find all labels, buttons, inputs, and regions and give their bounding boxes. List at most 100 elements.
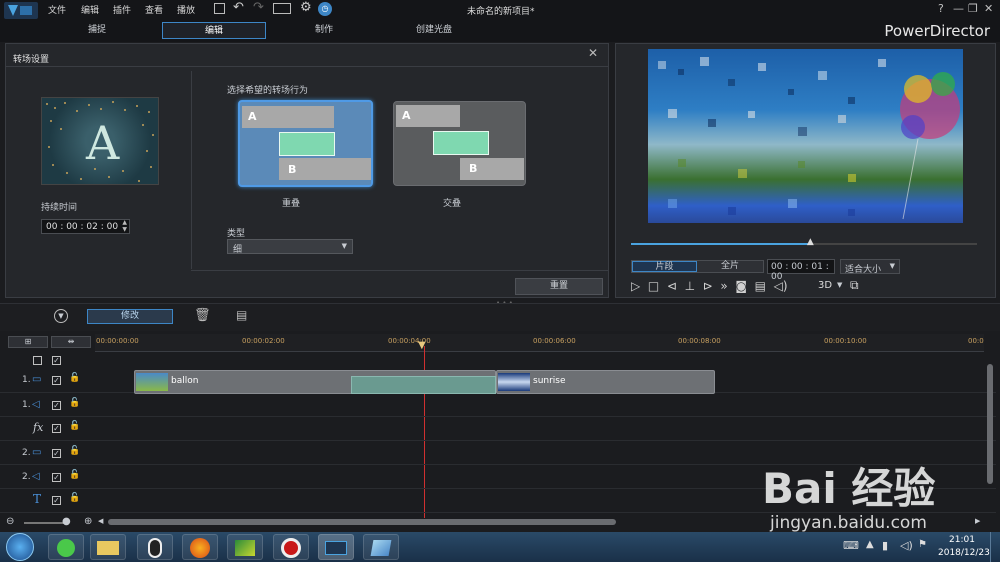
- tab-create-disc[interactable]: 创建光盘: [382, 22, 486, 39]
- menu-play[interactable]: 播放: [177, 3, 195, 16]
- option-overlap-tile[interactable]: A B: [238, 100, 373, 187]
- tab-produce[interactable]: 制作: [272, 22, 376, 39]
- duration-up-icon[interactable]: ▲: [122, 219, 127, 226]
- lock-icon[interactable]: 🔓: [69, 493, 80, 503]
- undo-icon[interactable]: ↶: [233, 0, 244, 15]
- scroll-right-icon[interactable]: ▶: [975, 517, 980, 525]
- 3d-dropdown-icon[interactable]: ▼: [837, 281, 842, 289]
- play-icon[interactable]: ▷: [631, 279, 640, 293]
- restore-icon[interactable]: ❐: [968, 2, 978, 15]
- fast-forward-icon[interactable]: »: [720, 279, 727, 293]
- preview-timecode[interactable]: 00 : 00 : 01 : 00: [767, 259, 835, 282]
- snapshot-icon[interactable]: ◙: [735, 279, 747, 293]
- lock-icon[interactable]: 🔓: [69, 398, 80, 408]
- reset-button[interactable]: 重置: [515, 278, 603, 295]
- split-icon[interactable]: ⊥: [685, 279, 695, 293]
- 3d-toggle[interactable]: 3D: [818, 280, 832, 291]
- track-enable-checkbox[interactable]: ✓: [52, 496, 61, 505]
- taskbar-powerdirector-icon[interactable]: [318, 534, 354, 560]
- cross-label-b: B: [469, 162, 478, 175]
- track-enable-checkbox[interactable]: ✓: [52, 473, 61, 482]
- save-icon[interactable]: [214, 3, 225, 14]
- lock-icon[interactable]: 🔓: [69, 470, 80, 480]
- cross-label-a: A: [402, 109, 411, 122]
- tray-expand-icon[interactable]: ▲: [866, 539, 874, 550]
- start-button-icon[interactable]: [6, 533, 34, 561]
- duration-input[interactable]: 00 : 00 : 02 : 00 ▲ ▼: [41, 219, 130, 234]
- movie-mode-button[interactable]: 全片: [697, 261, 763, 272]
- help-icon[interactable]: ?: [938, 2, 944, 15]
- zoom-out-icon[interactable]: ⊖: [6, 516, 14, 527]
- show-desktop-button[interactable]: [990, 532, 1000, 562]
- aspect-ratio-icon[interactable]: [273, 3, 291, 14]
- preview-video: [648, 49, 963, 223]
- track-manager-icon[interactable]: ⊞: [8, 336, 48, 348]
- type-select[interactable]: 细 ▼: [227, 239, 353, 255]
- minimize-icon[interactable]: —: [953, 2, 964, 15]
- mode-tab-bar: [0, 20, 1000, 42]
- vertical-scrollbar[interactable]: [987, 364, 993, 484]
- expand-toggle-icon[interactable]: ▼: [54, 309, 68, 323]
- lock-icon[interactable]: 🔓: [69, 421, 80, 431]
- volume-tray-icon[interactable]: ◁): [900, 539, 913, 552]
- taskbar-app-icon[interactable]: [363, 534, 399, 560]
- modify-button[interactable]: 修改: [87, 309, 173, 324]
- ruler-tick-0: 00:00:00:00: [96, 337, 139, 345]
- track-enable-checkbox[interactable]: ✓: [52, 424, 61, 433]
- enable-all-checkbox[interactable]: ✓: [52, 356, 61, 365]
- close-icon[interactable]: ✕: [984, 2, 993, 15]
- track-enable-checkbox[interactable]: ✓: [52, 376, 61, 385]
- redo-icon[interactable]: ↷: [253, 0, 264, 15]
- scroll-left-icon[interactable]: ◀: [98, 517, 103, 525]
- project-title: 未命名的新项目*: [467, 7, 535, 17]
- stop-icon[interactable]: □: [648, 279, 659, 293]
- duration-down-icon[interactable]: ▼: [122, 226, 127, 233]
- panel-close-icon[interactable]: ✕: [588, 46, 598, 60]
- network-icon[interactable]: ▮: [882, 539, 888, 552]
- taskbar-firefox-icon[interactable]: [182, 534, 218, 560]
- preview-scrubber-handle[interactable]: ▲: [807, 237, 814, 247]
- prev-frame-icon[interactable]: ⊲: [667, 279, 677, 293]
- lock-icon[interactable]: 🔓: [69, 373, 80, 383]
- subtitle-icon[interactable]: ▤: [755, 279, 766, 293]
- taskbar-explorer-icon[interactable]: [90, 534, 126, 560]
- option-cross-tile[interactable]: A B: [393, 101, 526, 186]
- tab-edit[interactable]: 编辑: [162, 22, 266, 39]
- clock-time[interactable]: 21:01: [949, 535, 975, 545]
- horizontal-scrollbar[interactable]: [108, 519, 616, 525]
- flag-icon[interactable]: ⚑: [918, 539, 927, 550]
- fit-select[interactable]: 适合大小 ▼: [840, 259, 900, 275]
- ruler-tick-3: 00:00:06:00: [533, 337, 576, 345]
- zoom-in-icon[interactable]: ⊕: [84, 516, 92, 527]
- taskbar-video-app-icon[interactable]: [227, 534, 263, 560]
- volume-icon[interactable]: ◁): [774, 279, 788, 293]
- notification-icon[interactable]: ◷: [318, 2, 332, 16]
- clip-mode-button[interactable]: 片段: [632, 261, 697, 272]
- clip-sunrise[interactable]: sunrise: [496, 370, 715, 394]
- taskbar-recorder-icon[interactable]: [273, 534, 309, 560]
- preview-scrubber-track[interactable]: ▲: [631, 237, 977, 247]
- delete-trash-icon[interactable]: 🗑: [194, 308, 211, 323]
- menu-view[interactable]: 查看: [145, 3, 163, 16]
- settings-gear-icon[interactable]: ⚙: [300, 0, 312, 15]
- next-frame-icon[interactable]: ⊳: [703, 279, 713, 293]
- track-enable-checkbox[interactable]: ✓: [52, 449, 61, 458]
- duration-value: 00 : 00 : 02 : 00: [46, 222, 119, 232]
- undock-icon[interactable]: ⧉: [850, 278, 859, 293]
- zoom-slider-handle[interactable]: ●: [62, 516, 71, 527]
- menu-edit[interactable]: 编辑: [81, 3, 99, 16]
- taskbar-qq-icon[interactable]: [137, 534, 173, 560]
- tab-capture[interactable]: 捕捉: [45, 22, 149, 39]
- transition-block[interactable]: [351, 376, 496, 394]
- fit-timeline-icon[interactable]: ⇹: [51, 336, 91, 348]
- clock-date[interactable]: 2018/12/23: [938, 548, 990, 558]
- select-all-checkbox[interactable]: [33, 356, 42, 365]
- taskbar-360-icon[interactable]: [48, 534, 84, 560]
- menu-file[interactable]: 文件: [48, 3, 66, 16]
- tools-icon[interactable]: ▤: [236, 308, 247, 322]
- duration-label: 持续时间: [41, 203, 78, 213]
- keyboard-icon[interactable]: ⌨: [843, 539, 859, 552]
- lock-icon[interactable]: 🔓: [69, 446, 80, 456]
- menu-plugins[interactable]: 插件: [113, 3, 131, 16]
- track-enable-checkbox[interactable]: ✓: [52, 401, 61, 410]
